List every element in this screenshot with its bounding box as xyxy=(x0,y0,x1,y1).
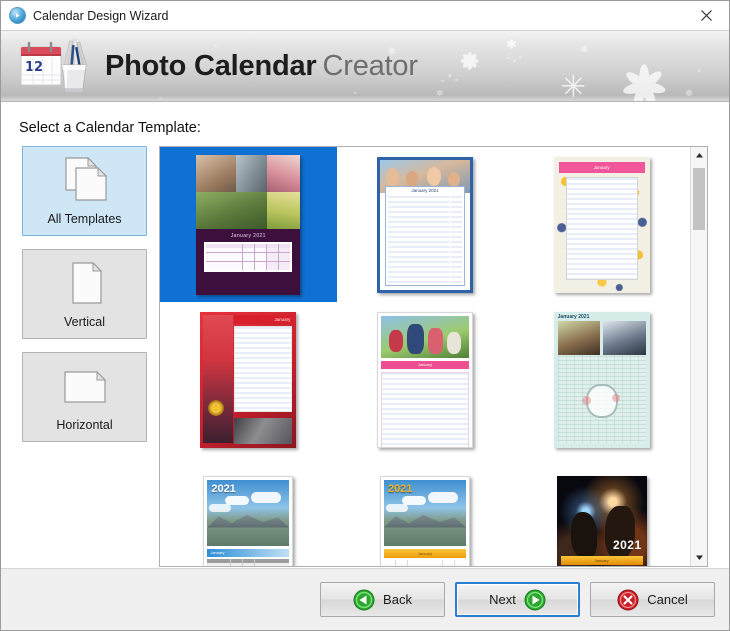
cancel-button[interactable]: Cancel xyxy=(590,582,715,617)
landscape-page-icon xyxy=(57,353,113,418)
sidebar-item-label: All Templates xyxy=(47,212,122,226)
template-gallery-scrollbar[interactable] xyxy=(690,147,707,566)
template-category-sidebar: All Templates Vertical Horizontal xyxy=(22,146,147,455)
sidebar-item-label: Horizontal xyxy=(56,418,113,432)
chevron-up-icon[interactable] xyxy=(691,147,707,164)
window-title: Calendar Design Wizard xyxy=(33,8,169,23)
template-grid-scroll-area: January 2021 January 2021 January Januar… xyxy=(160,147,690,566)
template-gallery-panel: January 2021 January 2021 January Januar… xyxy=(159,146,708,567)
back-button[interactable]: Back xyxy=(320,582,445,617)
sidebar-item-all-templates[interactable]: All Templates xyxy=(22,146,147,236)
template-month-label: January xyxy=(274,316,291,322)
app-title-light: Creator xyxy=(322,49,419,82)
app-title-bold: Photo Calendar xyxy=(105,49,317,82)
template-grid: January 2021 January 2021 January Januar… xyxy=(160,147,690,566)
two-pages-icon xyxy=(56,147,114,212)
template-year-label: 2021 xyxy=(612,537,642,552)
close-icon[interactable] xyxy=(683,1,729,29)
sidebar-item-vertical[interactable]: Vertical xyxy=(22,249,147,339)
template-year-label: 2021 xyxy=(211,482,236,495)
template-item[interactable]: January 2021 xyxy=(337,147,514,302)
template-item[interactable]: January 2021 xyxy=(513,302,690,457)
template-month-label: January xyxy=(593,164,610,170)
calendar-brushes-icon: 12 xyxy=(19,39,95,93)
template-item[interactable]: January xyxy=(160,302,337,457)
main-content: Select a Calendar Template: All Template… xyxy=(1,102,729,568)
template-item[interactable]: January xyxy=(337,302,514,457)
compass-icon xyxy=(9,7,26,24)
template-item[interactable]: January xyxy=(513,147,690,302)
calendar-design-wizard-window: Calendar Design Wizard 12 Photo Calendar… xyxy=(0,0,730,631)
back-button-label: Back xyxy=(383,592,412,607)
sidebar-item-label: Vertical xyxy=(64,315,105,329)
template-item[interactable]: 2021 January xyxy=(160,457,337,566)
template-month-label: January xyxy=(594,557,609,563)
back-arrow-icon xyxy=(353,589,375,611)
cancel-x-icon xyxy=(617,589,639,611)
next-button-label: Next xyxy=(489,592,516,607)
template-item[interactable]: January 2021 xyxy=(160,147,337,302)
template-item[interactable]: 2021 January xyxy=(337,457,514,566)
template-month-label: January 2021 xyxy=(230,232,266,239)
wizard-footer: Back Next Cancel xyxy=(1,568,729,630)
chevron-down-icon[interactable] xyxy=(691,549,707,566)
portrait-page-icon xyxy=(61,250,109,315)
template-month-label: January xyxy=(417,550,433,556)
page-title: Select a Calendar Template: xyxy=(19,120,201,136)
template-month-label: January 2021 xyxy=(557,313,590,320)
sidebar-item-horizontal[interactable]: Horizontal xyxy=(22,352,147,442)
template-month-label: January xyxy=(417,362,433,367)
title-bar: Calendar Design Wizard xyxy=(1,1,729,30)
svg-text:12: 12 xyxy=(25,60,43,75)
cancel-button-label: Cancel xyxy=(647,592,688,607)
template-month-label: January 2021 xyxy=(411,187,439,193)
app-title: Photo Calendar Creator xyxy=(105,50,418,83)
template-month-label: January xyxy=(210,550,225,555)
scroll-thumb[interactable] xyxy=(693,168,705,230)
template-item[interactable]: 2021 January xyxy=(513,457,690,566)
next-button[interactable]: Next xyxy=(455,582,580,617)
next-arrow-icon xyxy=(524,589,546,611)
template-year-label: 2021 xyxy=(387,482,413,495)
header-banner: 12 Photo Calendar Creator xyxy=(1,30,729,102)
scrollbar-track[interactable] xyxy=(691,164,707,549)
